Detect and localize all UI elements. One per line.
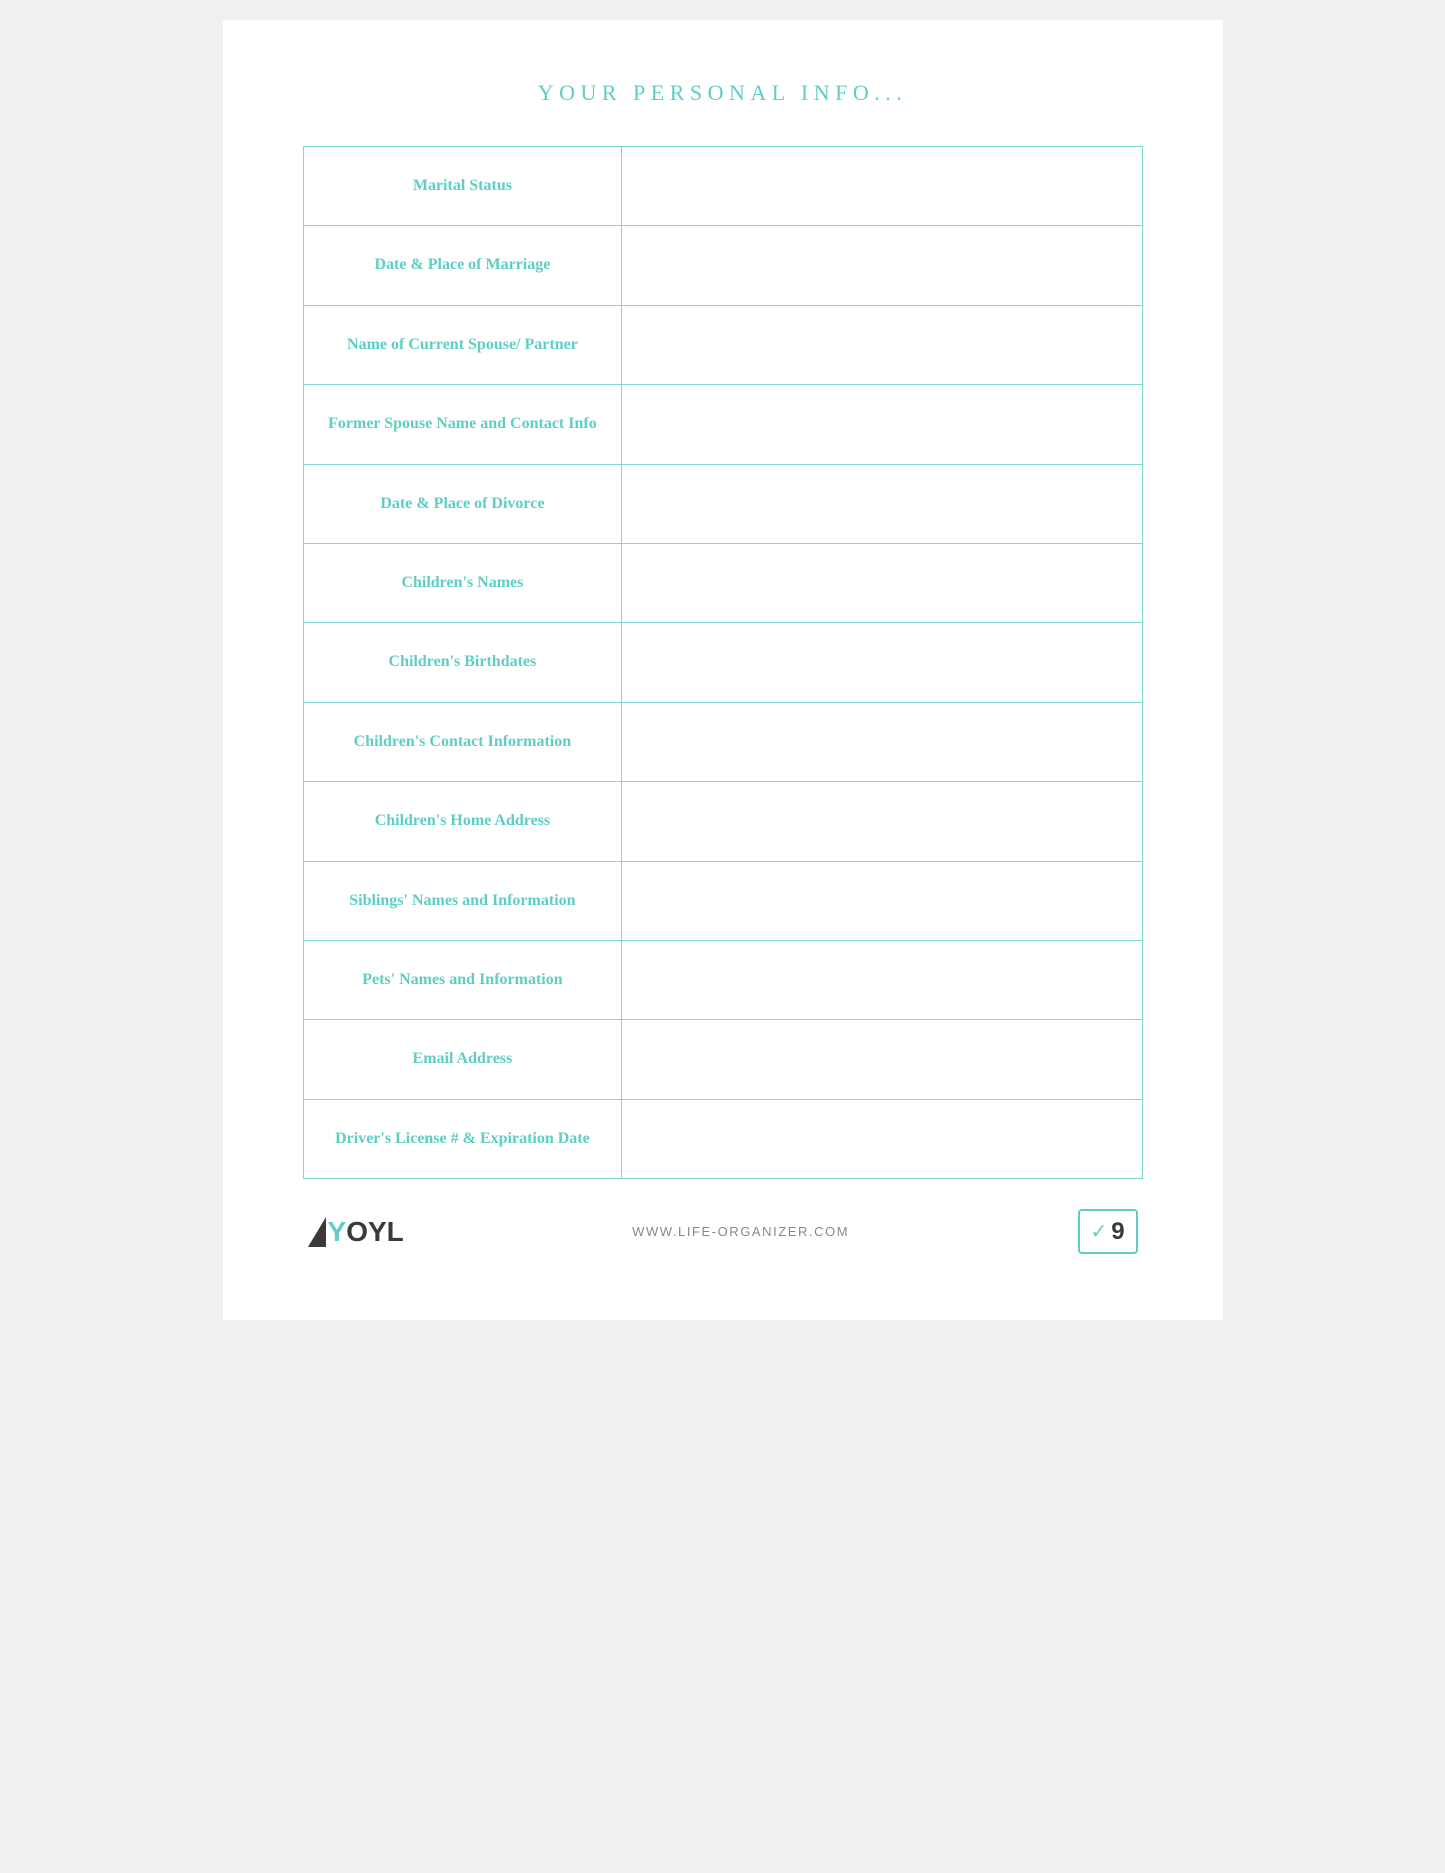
value-current-spouse[interactable] bbox=[622, 305, 1142, 384]
label-drivers-license: Driver's License # & Expiration Date bbox=[303, 1099, 622, 1178]
value-childrens-birthdates[interactable] bbox=[622, 623, 1142, 702]
table-row-siblings-info: Siblings' Names and Information bbox=[303, 861, 1142, 940]
table-row-childrens-address: Children's Home Address bbox=[303, 782, 1142, 861]
table-row-childrens-birthdates: Children's Birthdates bbox=[303, 623, 1142, 702]
table-row-pets-info: Pets' Names and Information bbox=[303, 940, 1142, 1019]
info-table: Marital StatusDate & Place of MarriageNa… bbox=[303, 146, 1143, 1179]
label-childrens-names: Children's Names bbox=[303, 543, 622, 622]
value-date-place-marriage[interactable] bbox=[622, 226, 1142, 305]
table-row-email-address: Email Address bbox=[303, 1020, 1142, 1099]
table-row-marital-status: Marital Status bbox=[303, 147, 1142, 226]
label-former-spouse: Former Spouse Name and Contact Info bbox=[303, 385, 622, 464]
value-childrens-address[interactable] bbox=[622, 782, 1142, 861]
table-row-current-spouse: Name of Current Spouse/ Partner bbox=[303, 305, 1142, 384]
label-current-spouse: Name of Current Spouse/ Partner bbox=[303, 305, 622, 384]
table-row-drivers-license: Driver's License # & Expiration Date bbox=[303, 1099, 1142, 1178]
table-row-date-place-marriage: Date & Place of Marriage bbox=[303, 226, 1142, 305]
label-childrens-contact: Children's Contact Information bbox=[303, 702, 622, 781]
table-row-date-place-divorce: Date & Place of Divorce bbox=[303, 464, 1142, 543]
value-childrens-contact[interactable] bbox=[622, 702, 1142, 781]
value-drivers-license[interactable] bbox=[622, 1099, 1142, 1178]
table-row-childrens-contact: Children's Contact Information bbox=[303, 702, 1142, 781]
value-childrens-names[interactable] bbox=[622, 543, 1142, 622]
value-marital-status[interactable] bbox=[622, 147, 1142, 226]
page-title: YOUR PERSONAL INFO... bbox=[303, 80, 1143, 106]
label-date-place-marriage: Date & Place of Marriage bbox=[303, 226, 622, 305]
footer-url: WWW.LIFE-ORGANIZER.COM bbox=[632, 1224, 849, 1239]
label-pets-info: Pets' Names and Information bbox=[303, 940, 622, 1019]
label-childrens-address: Children's Home Address bbox=[303, 782, 622, 861]
footer: YOYL WWW.LIFE-ORGANIZER.COM ✓ 9 bbox=[303, 1209, 1143, 1254]
label-email-address: Email Address bbox=[303, 1020, 622, 1099]
value-siblings-info[interactable] bbox=[622, 861, 1142, 940]
value-former-spouse[interactable] bbox=[622, 385, 1142, 464]
page: YOUR PERSONAL INFO... Marital StatusDate… bbox=[223, 20, 1223, 1320]
label-childrens-birthdates: Children's Birthdates bbox=[303, 623, 622, 702]
label-date-place-divorce: Date & Place of Divorce bbox=[303, 464, 622, 543]
label-marital-status: Marital Status bbox=[303, 147, 622, 226]
logo: YOYL bbox=[308, 1216, 404, 1248]
value-date-place-divorce[interactable] bbox=[622, 464, 1142, 543]
page-badge: ✓ 9 bbox=[1078, 1209, 1138, 1254]
table-row-former-spouse: Former Spouse Name and Contact Info bbox=[303, 385, 1142, 464]
label-siblings-info: Siblings' Names and Information bbox=[303, 861, 622, 940]
logo-text: YOYL bbox=[328, 1216, 404, 1248]
value-pets-info[interactable] bbox=[622, 940, 1142, 1019]
check-icon: ✓ bbox=[1090, 1219, 1107, 1244]
logo-triangle-icon bbox=[308, 1217, 326, 1247]
value-email-address[interactable] bbox=[622, 1020, 1142, 1099]
table-row-childrens-names: Children's Names bbox=[303, 543, 1142, 622]
page-number: 9 bbox=[1111, 1218, 1124, 1246]
